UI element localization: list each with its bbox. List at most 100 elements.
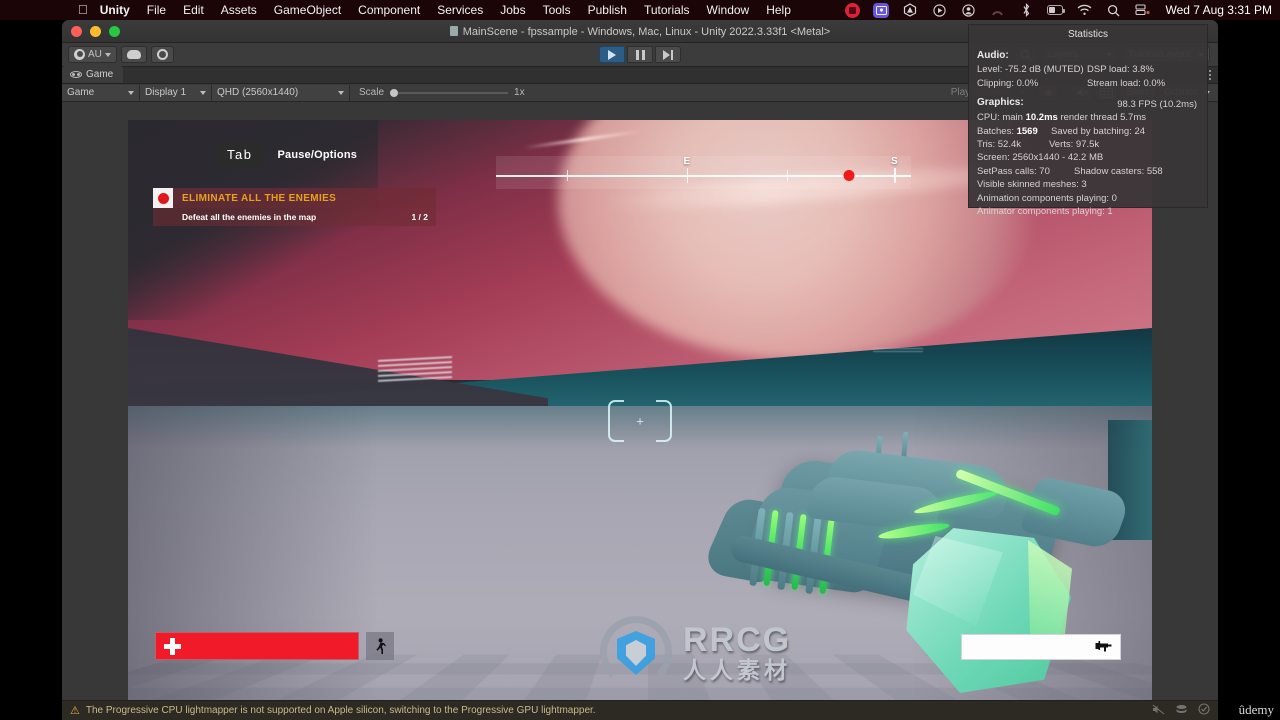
minimize-window-button[interactable] [90,25,101,37]
record-icon[interactable] [844,2,860,18]
play-icon [608,49,616,60]
menu-help[interactable]: Help [766,3,791,17]
chevron-down-icon [338,90,344,95]
menu-file[interactable]: File [147,3,166,17]
cloud-icon [126,50,141,59]
rrcg-watermark: RRCG 人人素材 [600,616,791,688]
objective-counter: 1 / 2 [411,212,428,222]
objective-target-icon [153,188,173,208]
menu-services[interactable]: Services [437,3,483,17]
menu-tools[interactable]: Tools [543,3,571,17]
unity-hub-icon[interactable] [902,3,918,18]
menu-bar-clock[interactable]: Wed 7 Aug 3:31 PM [1165,3,1272,17]
resolution-dropdown[interactable]: QHD (2560x1440) [212,84,350,101]
window-title-text: MainScene - fpssample - Windows, Mac, Li… [462,25,831,38]
batches-value: 1569 [1016,125,1038,137]
menu-window[interactable]: Window [707,3,750,17]
menu-edit[interactable]: Edit [183,3,204,17]
scale-slider[interactable] [390,88,509,97]
compass-tick [894,168,896,183]
pause-button[interactable] [627,46,653,63]
ammo-bar [961,634,1121,660]
scale-label: Scale [359,87,385,98]
step-button[interactable] [655,46,681,63]
unity-editor-window: MainScene - fpssample - Windows, Mac, Li… [62,20,1218,720]
tab-game[interactable]: Game [62,66,124,83]
pause-options-label: Pause/Options [277,148,358,161]
check-circle-icon[interactable] [1198,703,1210,718]
panel-options-kebab-button[interactable] [1209,70,1211,82]
close-window-button[interactable] [71,25,82,37]
batches-cell: Batches: 1569 [969,125,1051,138]
wifi-icon[interactable] [1076,3,1092,18]
arc-browser-icon[interactable] [989,3,1005,18]
objective-title: ELIMINATE ALL THE ENEMIES [182,192,337,204]
scene-file-icon [449,25,458,36]
display-dropdown[interactable]: Display 1 [140,84,212,101]
menu-bar-tray: Wed 7 Aug 3:31 PM [844,2,1272,18]
apple-icon[interactable]:  [78,3,88,16]
status-bar[interactable]: ⚠ The Progressive CPU lightmapper is not… [62,700,1218,720]
control-center-icon[interactable] [873,2,890,18]
menu-tutorials[interactable]: Tutorials [644,3,690,17]
compass-label-south: S [891,156,898,167]
user-circle-icon[interactable] [960,3,976,18]
screen-info: Screen: 2560x1440 - 42.2 MB [977,152,1104,164]
play-button[interactable] [599,46,625,63]
menu-unity[interactable]: Unity [100,3,130,17]
crosshair-bracket-left [608,400,624,442]
scale-control[interactable]: Scale 1x [350,87,525,98]
menu-gameobject[interactable]: GameObject [274,3,341,17]
bluetooth-icon[interactable] [1018,3,1034,18]
battery-icon[interactable] [1047,3,1066,18]
view-type-label: Game [67,87,95,98]
play-circle-icon[interactable] [931,3,947,18]
tris-value: Tris: 52.4k [977,138,1021,150]
watermark-text: RRCG 人人素材 [683,623,791,682]
audio-section-header: Audio: [977,50,1009,62]
menu-assets[interactable]: Assets [221,3,257,17]
notification-icon[interactable] [1134,3,1150,18]
window-traffic-lights [71,25,120,37]
shadow-casters: Shadow casters: 558 [1074,165,1163,177]
statistics-title: Statistics [1067,29,1108,40]
scale-slider-knob[interactable] [390,88,399,97]
animator-components: Animator components playing: 1 [977,206,1113,218]
collab-icon[interactable] [1175,704,1188,718]
menu-publish[interactable]: Publish [588,3,627,17]
playback-controls [599,46,681,63]
compass-enemy-marker [843,170,855,181]
status-bar-right-icons [1152,703,1210,718]
view-type-dropdown[interactable]: Game [62,84,140,101]
watermark-line-1: RRCG [683,620,792,659]
maximize-window-button[interactable] [109,25,120,37]
cpu-suffix: render thread 5.7ms [1057,112,1146,124]
editor-settings-button[interactable] [150,46,174,63]
spotlight-search-icon[interactable] [1105,3,1121,18]
weapon-icon [1095,640,1112,655]
wall-decal [378,356,452,382]
cpu-prefix: CPU: main [977,112,1026,124]
rrcg-shield-logo [600,616,672,688]
walking-person-icon [376,637,386,654]
game-eye-icon [70,71,82,78]
account-button[interactable]: AU [68,46,117,63]
crosshair-bracket-right [656,400,672,442]
chevron-down-icon [104,52,111,57]
chevron-down-icon [200,90,206,95]
batches-row: Batches: 1569 Saved by batching: 24 [969,125,1207,138]
menu-jobs[interactable]: Jobs [500,3,525,17]
health-hud [155,632,394,660]
status-message: The Progressive CPU lightmapper is not s… [85,705,596,716]
cloud-services-button[interactable] [120,46,147,63]
audio-level: Level: -75.2 dB (MUTED) [977,64,1084,76]
tris-verts-row: Tris: 52.4k Verts: 97.5k [969,138,1207,151]
compass-label-east: E [683,156,691,167]
mute-icon[interactable] [1152,704,1165,718]
menu-component[interactable]: Component [358,3,420,17]
objective-subrow: Defeat all the enemies in the map 1 / 2 [153,208,436,226]
cpu-main-value: 10.2ms [1025,112,1058,124]
setpass-calls: SetPass calls: 70 [977,165,1050,177]
audio-clipping: Clipping: 0.0% [977,77,1039,89]
pause-icon [635,49,645,60]
